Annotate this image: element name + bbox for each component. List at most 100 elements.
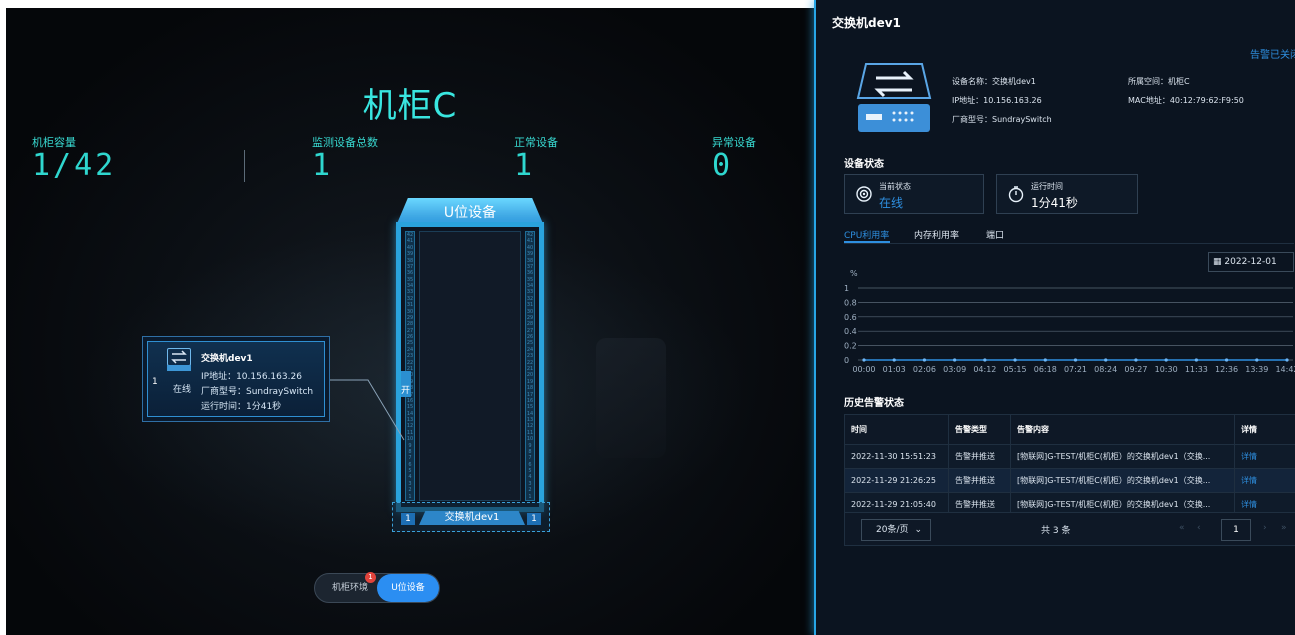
stat-total-value: 1	[312, 148, 334, 183]
rack-u-number: 20	[526, 372, 534, 379]
rack-u-number: 34	[526, 283, 534, 290]
rack-u-number: 35	[406, 276, 414, 283]
rack-u-number: 32	[406, 295, 414, 302]
last-page-icon[interactable]: »	[1281, 523, 1287, 533]
switch-icon-base	[167, 365, 191, 371]
rack-u-number: 21	[526, 366, 534, 372]
rack-u-number: 28	[526, 321, 534, 328]
uptime-box: 运行时间 1分41秒	[996, 174, 1138, 214]
detail-link[interactable]: 详情	[1234, 468, 1295, 493]
total-count: 共 3 条	[1041, 526, 1071, 536]
chart-point	[983, 358, 987, 362]
chart-y-tick: 1	[844, 284, 849, 293]
current-status-value: 在线	[879, 196, 904, 210]
device-card-vendor: 厂商型号：SundraySwitch	[201, 387, 314, 397]
switch-device-icon	[856, 63, 932, 132]
chart-x-tick: 07:21	[1064, 365, 1087, 374]
cell-content: [物联网]G-TEST/机柜C(机柜）的交换机dev1（交换...	[1010, 468, 1235, 493]
rack-u-number: 11	[406, 429, 414, 436]
rack-u-number: 15	[406, 404, 414, 411]
stopwatch-icon	[1008, 186, 1024, 203]
rack-u-number: 9	[528, 442, 532, 449]
chart-x-tick: 01:03	[883, 365, 906, 374]
alarm-closed-link[interactable]: 告警已关闭	[1250, 46, 1295, 61]
tab-cpu[interactable]: CPU利用率	[844, 228, 889, 241]
rack-u-number: 35	[526, 276, 534, 283]
stat-normal-value: 1	[514, 148, 536, 183]
rack-u-number: 27	[406, 327, 414, 334]
chart-x-tick: 04:12	[973, 365, 996, 374]
current-status-label: 当前状态	[879, 182, 911, 191]
page-size-select[interactable]: 20条/页 ⌄	[861, 519, 931, 541]
th-content: 告警内容	[1010, 414, 1235, 445]
toggle-u-device[interactable]: U位设备	[377, 574, 439, 602]
chart-point	[1013, 358, 1017, 362]
chart-x-tick: 13:39	[1245, 365, 1268, 374]
chart-x-tick: 12:36	[1215, 365, 1238, 374]
table-header-row: 时间 告警类型 告警内容 详情	[844, 414, 1295, 445]
rack-u-number: 41	[526, 238, 534, 245]
chart-point	[1134, 358, 1138, 362]
info-vendor: 厂商型号：SundraySwitch	[952, 115, 1052, 124]
chart-x-tick: 14:42	[1275, 365, 1295, 374]
detail-link[interactable]: 详情	[1234, 444, 1295, 469]
chart-x-tick: 09:27	[1124, 365, 1147, 374]
rack-u-number: 23	[526, 353, 534, 360]
uptime-label: 运行时间	[1031, 182, 1063, 191]
chart-point	[922, 358, 927, 362]
tab-memory[interactable]: 内存利用率	[914, 228, 959, 241]
background-cabinet	[596, 338, 666, 458]
rack-u-number: 15	[526, 404, 534, 411]
rack-u-number: 10	[406, 436, 414, 443]
first-page-icon[interactable]: «	[1179, 523, 1185, 533]
rack-u-number: 30	[406, 308, 414, 315]
rack-u-number: 10	[526, 436, 534, 443]
cell-type: 告警并推送	[948, 444, 1011, 469]
rack-cabinet[interactable]: 42 41 40 39 38 37 36 35 34 33 32 31 30 29 28 27 26 25 24 23…	[396, 222, 544, 512]
info-ip: IP地址：10.156.163.26	[952, 96, 1042, 105]
current-page[interactable]: 1	[1221, 519, 1251, 541]
chart-point	[1104, 358, 1108, 362]
device-card[interactable]: 1 在线 交换机dev1 IP地址：10.156.163.26 厂商型号：Sun…	[142, 336, 330, 422]
rack-u-number: 29	[526, 314, 534, 321]
chart-x-tick: 02:06	[913, 365, 936, 374]
rack-u-number: 2	[408, 487, 412, 494]
rack-power-marker: 开	[401, 371, 411, 397]
rack-u-number: 12	[406, 423, 414, 430]
rack-u-number: 38	[526, 257, 534, 264]
slot-device-label[interactable]: 交换机dev1	[419, 511, 525, 525]
chart-point	[1043, 358, 1047, 362]
rack-u-number: 14	[406, 410, 414, 417]
rack-u-number: 3	[408, 480, 412, 487]
rack-u-number: 37	[526, 263, 534, 270]
rack-u-number: 11	[526, 429, 534, 436]
rack-u-number: 7	[528, 455, 532, 462]
chart-y-tick: 0.4	[844, 327, 857, 336]
rack-u-number: 22	[526, 359, 534, 366]
rack-slot-device[interactable]: 1 交换机dev1 1	[392, 502, 550, 532]
pagination: 20条/页 ⌄ 共 3 条 « ‹ 1 › »	[844, 512, 1295, 546]
rack-u-number: 6	[408, 461, 412, 468]
tab-port[interactable]: 端口	[986, 228, 1004, 241]
table-row: 2022-11-29 21:26:25 告警并推送 [物联网]G-TEST/机柜…	[844, 468, 1295, 493]
chart-x-tick: 05:15	[1004, 365, 1027, 374]
prev-page-icon[interactable]: ‹	[1197, 523, 1201, 533]
rack-u-number: 42	[406, 232, 414, 238]
rack-u-number: 1	[408, 493, 412, 500]
rack-u-number: 26	[526, 334, 534, 341]
tabs-baseline	[844, 243, 1294, 244]
section-history-alarms: 历史告警状态	[844, 398, 904, 409]
rack-u-number: 12	[526, 423, 534, 430]
rack-u-number: 28	[406, 321, 414, 328]
rack-u-number: 25	[526, 340, 534, 347]
rack-u-number: 7	[408, 455, 412, 462]
view-toggle[interactable]: 机柜环境 1 U位设备	[314, 572, 440, 603]
rack-u-number: 18	[526, 385, 534, 392]
th-detail: 详情	[1234, 414, 1295, 445]
cabinet-title: 机柜C	[362, 86, 458, 126]
rack-u-number: 23	[406, 353, 414, 360]
cell-content: [物联网]G-TEST/机柜C(机柜）的交换机dev1（交换...	[1010, 444, 1235, 469]
rack-u-number: 33	[526, 289, 534, 296]
page: 机柜C 机柜容量 1/42 监测设备总数 1 正常设备 1 异常设备 0 U位设…	[0, 0, 1295, 635]
next-page-icon[interactable]: ›	[1263, 523, 1267, 533]
